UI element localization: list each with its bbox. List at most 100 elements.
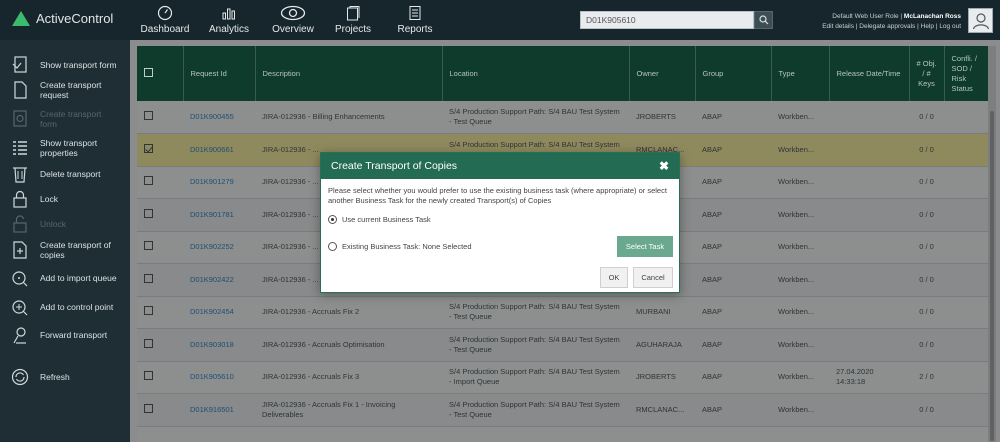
sidebar-item-create-transport-request[interactable]: Create transport request <box>0 76 130 104</box>
request-id-link[interactable]: D01K901781 <box>190 210 234 219</box>
table-row[interactable]: D01K905610 JIRA-012936 - Accruals Fix 3 S/… <box>137 361 988 394</box>
request-id-cell: D01K903018 <box>183 328 255 362</box>
header-group[interactable]: Group <box>695 46 772 101</box>
sidebar-item-add-to-import-queue[interactable]: Add to import queue <box>0 264 130 292</box>
ok-button[interactable]: OK <box>600 267 628 288</box>
sidebar-item-create-transport-of-copies[interactable]: Create transport of copies <box>0 236 130 264</box>
sidebar-item-label: Create transport request <box>40 80 102 100</box>
delegate-approvals-link[interactable]: Delegate approvals <box>859 23 915 30</box>
import-icon <box>10 268 30 288</box>
release-cell <box>829 393 909 427</box>
table-row[interactable]: D01K916501 JIRA-012936 - Accruals Fix 1 -… <box>137 393 988 427</box>
sidebar-item-show-transport-form[interactable]: Show transport form <box>0 51 130 79</box>
nav-overview[interactable]: Overview <box>263 0 323 40</box>
edit-details-link[interactable]: Edit details <box>822 23 854 30</box>
nav-analytics[interactable]: Analytics <box>195 0 263 40</box>
row-select-cell[interactable] <box>137 133 183 167</box>
header-request-id[interactable]: Request Id <box>183 46 256 101</box>
row-select-cell[interactable] <box>137 296 183 329</box>
user-name: McLanachan Ross <box>903 13 961 20</box>
radio-existing-task[interactable] <box>328 242 337 251</box>
sidebar-item-delete-transport[interactable]: Delete transport <box>0 160 130 188</box>
description-cell: JIRA-012936 - Accruals Fix 2 <box>255 296 442 329</box>
row-checkbox[interactable] <box>144 306 153 316</box>
header-release-date[interactable]: Release Date/Time <box>829 46 910 101</box>
header-location[interactable]: Location <box>442 46 630 101</box>
nav-projects[interactable]: Projects <box>323 0 383 40</box>
request-id-link[interactable]: D01K902454 <box>190 307 234 316</box>
sidebar-item-add-to-control-point[interactable]: Add to control point <box>0 293 130 321</box>
search-button[interactable] <box>754 11 773 29</box>
owner-cell: AGUHARAJA <box>629 328 695 362</box>
header-objects-keys[interactable]: # Obj. / # Keys <box>909 46 945 101</box>
table-scrollbar[interactable] <box>988 46 996 442</box>
help-link[interactable]: Help <box>921 23 934 30</box>
request-id-link[interactable]: D01K903018 <box>190 340 234 349</box>
conflict-status-cell <box>944 101 988 134</box>
option-use-current-task[interactable]: Use current Business Task <box>328 215 431 224</box>
request-id-link[interactable]: D01K900455 <box>190 112 234 121</box>
cancel-button[interactable]: Cancel <box>633 267 673 288</box>
row-checkbox[interactable] <box>144 111 153 120</box>
header-conflict-status[interactable]: Confli. / SOD / Risk Status <box>944 46 988 101</box>
request-id-link[interactable]: D01K902252 <box>190 242 234 251</box>
request-id-link[interactable]: D01K900661 <box>190 145 234 154</box>
radio-use-current-task[interactable] <box>328 215 337 224</box>
row-checkbox[interactable] <box>144 403 153 413</box>
row-checkbox[interactable] <box>144 241 153 251</box>
row-checkbox[interactable] <box>144 208 153 218</box>
bar-chart-icon <box>222 8 235 20</box>
sidebar-item-forward-transport[interactable]: Forward transport <box>0 321 130 349</box>
row-select-cell[interactable] <box>137 361 183 394</box>
request-id-link[interactable]: D01K901279 <box>190 177 234 186</box>
sidebar-item-unlock: Unlock <box>0 210 130 238</box>
request-id-cell: D01K905610 <box>183 361 255 394</box>
row-checkbox[interactable] <box>144 143 153 153</box>
row-checkbox[interactable] <box>144 338 153 348</box>
nav-label: Overview <box>272 24 314 35</box>
option-label: Existing Business Task: None Selected <box>342 242 472 251</box>
select-task-button[interactable]: Select Task <box>617 236 673 257</box>
close-icon[interactable]: ✖ <box>659 159 669 173</box>
table-row[interactable]: D01K900455 JIRA-012936 - Billing Enhancem… <box>137 101 988 134</box>
row-select-cell[interactable] <box>137 263 183 297</box>
row-checkbox[interactable] <box>144 273 153 283</box>
request-id-link[interactable]: D01K905610 <box>190 372 234 381</box>
sidebar-item-label: Unlock <box>40 219 66 229</box>
row-select-cell[interactable] <box>137 198 183 232</box>
select-all-checkbox[interactable] <box>144 67 153 77</box>
request-id-cell: D01K916501 <box>183 393 255 427</box>
row-checkbox[interactable] <box>144 176 153 186</box>
nav-reports[interactable]: Reports <box>383 0 447 40</box>
row-select-cell[interactable] <box>137 166 183 199</box>
sidebar-item-show-transport-properties[interactable]: Show transport properties <box>0 134 130 162</box>
row-checkbox[interactable] <box>144 371 153 381</box>
nav-dashboard[interactable]: Dashboard <box>135 0 195 40</box>
sidebar-item-lock[interactable]: Lock <box>0 185 130 213</box>
row-select-cell[interactable] <box>137 101 183 134</box>
sidebar-item-label: Add to control point <box>40 302 114 312</box>
request-id-link[interactable]: D01K916501 <box>190 405 234 414</box>
logout-link[interactable]: Log out <box>939 23 961 30</box>
scrollbar-thumb[interactable] <box>990 111 994 441</box>
header-owner[interactable]: Owner <box>629 46 696 101</box>
group-cell: ABAP <box>695 231 771 264</box>
row-select-cell[interactable] <box>137 328 183 362</box>
form-create-icon <box>10 109 30 129</box>
table-row[interactable]: D01K902454 JIRA-012936 - Accruals Fix 2 S/… <box>137 296 988 329</box>
app-logo[interactable]: ActiveControl <box>12 11 113 26</box>
group-cell: ABAP <box>695 166 771 199</box>
row-select-cell[interactable] <box>137 393 183 427</box>
option-existing-task[interactable]: Existing Business Task: None Selected <box>328 242 472 251</box>
avatar[interactable] <box>968 8 993 33</box>
request-id-cell: D01K901781 <box>183 198 255 232</box>
header-select-all[interactable] <box>137 46 184 101</box>
search-input[interactable] <box>580 11 754 29</box>
row-select-cell[interactable] <box>137 231 183 264</box>
header-type[interactable]: Type <box>771 46 830 101</box>
request-id-link[interactable]: D01K902422 <box>190 275 234 284</box>
header-description[interactable]: Description <box>255 46 443 101</box>
conflict-status-cell <box>944 361 988 394</box>
table-row[interactable]: D01K903018 JIRA-012936 - Accruals Optimis… <box>137 328 988 362</box>
sidebar-item-refresh[interactable]: Refresh <box>0 363 130 391</box>
